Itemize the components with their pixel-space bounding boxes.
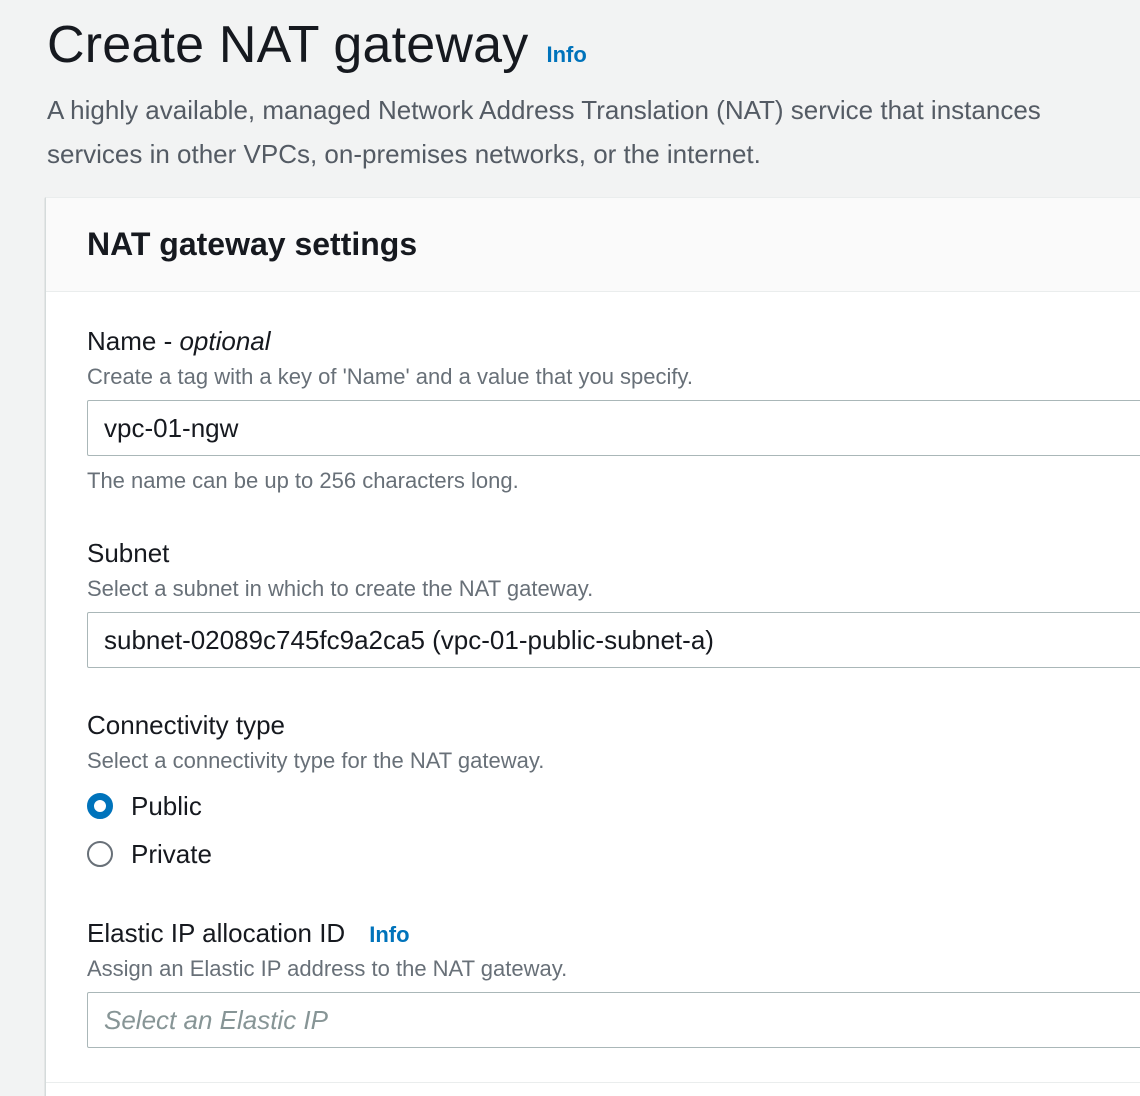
connectivity-field-label: Connectivity type bbox=[87, 710, 285, 740]
elastic-ip-info-link[interactable]: Info bbox=[369, 922, 409, 948]
page-title: Create NAT gateway bbox=[47, 16, 529, 74]
elastic-ip-label-row: Elastic IP allocation ID Info bbox=[87, 916, 1140, 950]
connectivity-type-field: Connectivity type Select a connectivity … bbox=[87, 708, 1140, 878]
page-description-line-2: services in other VPCs, on-premises netw… bbox=[47, 139, 761, 169]
elastic-ip-field-label: Elastic IP allocation ID bbox=[87, 918, 346, 948]
radio-private-unselected-icon[interactable] bbox=[87, 841, 113, 867]
radio-public-label[interactable]: Public bbox=[131, 791, 202, 822]
radio-private-label[interactable]: Private bbox=[131, 839, 212, 870]
nat-gateway-settings-panel: NAT gateway settings Name - optional Cre… bbox=[45, 197, 1140, 1096]
title-row: Create NAT gateway Info bbox=[47, 12, 1140, 78]
name-field-description: Create a tag with a key of 'Name' and a … bbox=[87, 364, 693, 389]
name-field-label: Name - optional bbox=[87, 324, 1140, 358]
radio-public-selected-icon[interactable] bbox=[87, 793, 113, 819]
elastic-ip-field: Elastic IP allocation ID Info Assign an … bbox=[87, 916, 1140, 1048]
radio-option-public[interactable]: Public bbox=[87, 782, 1140, 830]
create-nat-gateway-page: Create NAT gateway Info A highly availab… bbox=[0, 0, 1140, 1096]
connectivity-field-description: Select a connectivity type for the NAT g… bbox=[87, 748, 545, 773]
header-info-link[interactable]: Info bbox=[546, 42, 586, 68]
radio-option-private[interactable]: Private bbox=[87, 830, 1140, 878]
elastic-ip-select[interactable]: Select an Elastic IP bbox=[87, 992, 1140, 1048]
name-constraint-text: The name can be up to 256 characters lon… bbox=[87, 468, 519, 493]
panel-header: NAT gateway settings bbox=[46, 198, 1140, 292]
elastic-ip-field-description: Assign an Elastic IP address to the NAT … bbox=[87, 956, 568, 981]
subnet-field-description: Select a subnet in which to create the N… bbox=[87, 576, 594, 601]
name-field: Name - optional Create a tag with a key … bbox=[87, 324, 1140, 494]
subnet-field-label: Subnet bbox=[87, 538, 170, 568]
panel-bottom-divider bbox=[46, 1082, 1140, 1083]
name-input[interactable]: vpc-01-ngw bbox=[87, 400, 1140, 456]
page-description-line-1: A highly available, managed Network Addr… bbox=[47, 95, 1041, 125]
name-label-text: Name - bbox=[87, 326, 180, 356]
subnet-field: Subnet Select a subnet in which to creat… bbox=[87, 536, 1140, 668]
page-description: A highly available, managed Network Addr… bbox=[47, 88, 1140, 176]
name-label-optional: optional bbox=[179, 326, 271, 356]
panel-title: NAT gateway settings bbox=[87, 226, 418, 262]
page-header: Create NAT gateway Info A highly availab… bbox=[47, 12, 1140, 176]
subnet-select[interactable]: subnet-02089c745fc9a2ca5 (vpc-01-public-… bbox=[87, 612, 1140, 668]
connectivity-radio-group: Public Private bbox=[87, 782, 1140, 878]
